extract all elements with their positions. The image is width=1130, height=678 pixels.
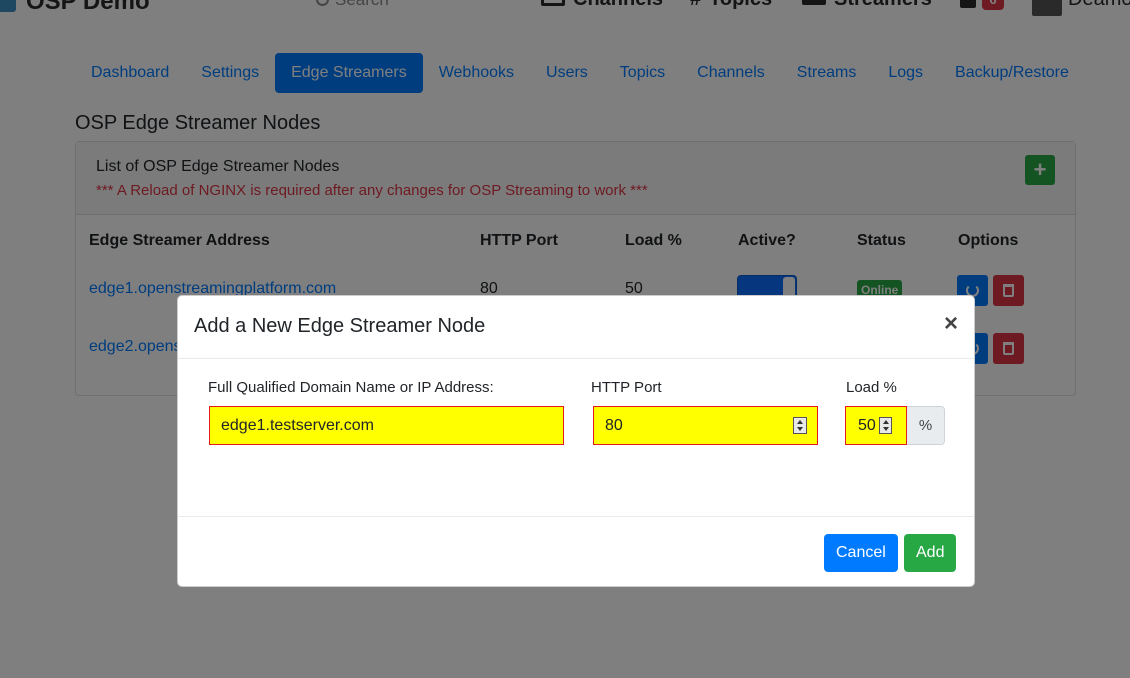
fqdn-input[interactable]: edge1.testserver.com bbox=[209, 406, 564, 445]
load-value: 50 bbox=[858, 417, 876, 434]
cancel-button[interactable]: Cancel bbox=[824, 534, 898, 572]
port-spinner-icon[interactable] bbox=[793, 417, 807, 434]
modal-title: Add a New Edge Streamer Node bbox=[194, 315, 486, 337]
fqdn-label: Full Qualified Domain Name or IP Address… bbox=[208, 379, 494, 396]
modal-footer: Cancel Add bbox=[178, 516, 974, 586]
add-edge-node-modal: Add a New Edge Streamer Node × Full Qual… bbox=[177, 295, 975, 587]
modal-body: Full Qualified Domain Name or IP Address… bbox=[178, 359, 974, 516]
load-input[interactable]: 50 bbox=[845, 406, 907, 445]
percent-addon: % bbox=[907, 406, 945, 445]
fqdn-value: edge1.testserver.com bbox=[221, 417, 374, 434]
port-value: 80 bbox=[605, 417, 623, 434]
modal-header: Add a New Edge Streamer Node × bbox=[178, 296, 974, 359]
load-spinner-icon[interactable] bbox=[879, 417, 892, 434]
add-button[interactable]: Add bbox=[904, 534, 957, 572]
close-icon[interactable]: × bbox=[944, 312, 958, 336]
port-label: HTTP Port bbox=[591, 379, 662, 396]
port-input[interactable]: 80 bbox=[593, 406, 818, 445]
load-label: Load % bbox=[846, 379, 897, 396]
